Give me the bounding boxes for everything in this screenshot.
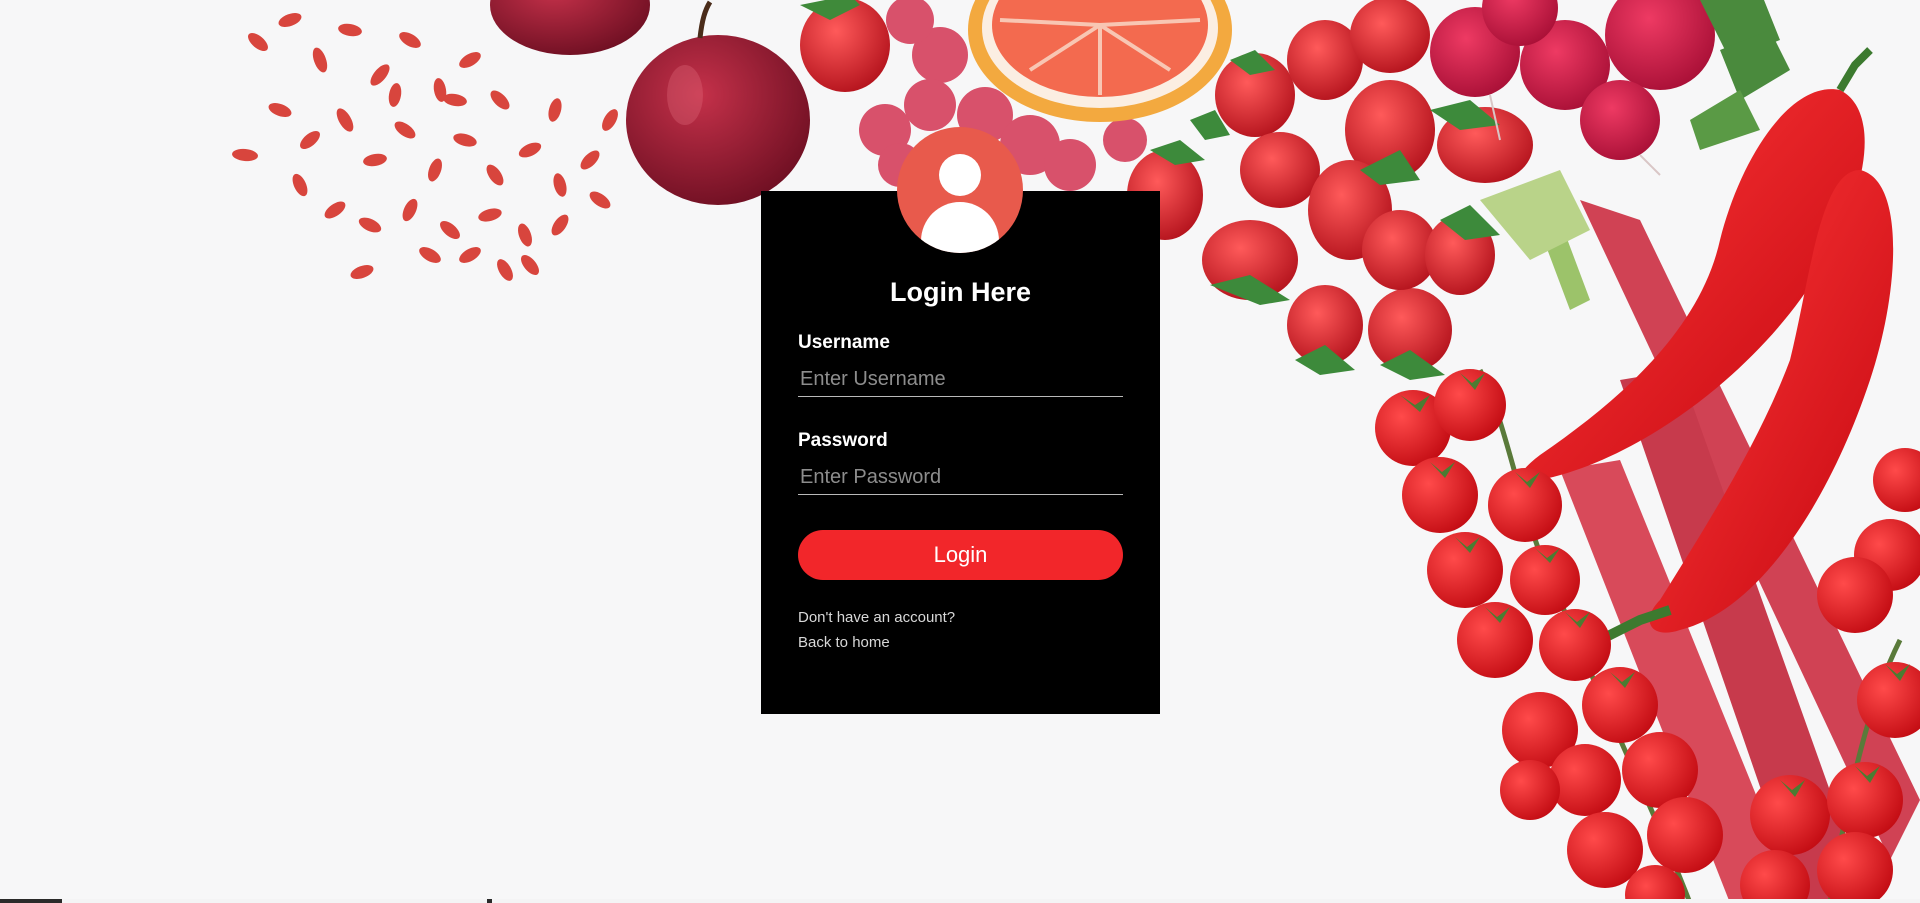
user-avatar-icon	[897, 127, 1023, 253]
username-label: Username	[798, 332, 890, 353]
password-input[interactable]	[798, 461, 1123, 495]
login-title: Login Here	[889, 277, 1031, 307]
bottom-edge-line	[0, 899, 1920, 903]
signup-link[interactable]: Don't have an account?	[798, 609, 955, 626]
apple-top	[490, 0, 650, 55]
back-to-home-link[interactable]: Back to home	[798, 634, 890, 651]
username-input[interactable]	[798, 363, 1123, 397]
login-card: Login Here Username Password Login Don't…	[761, 191, 1160, 714]
password-label: Password	[798, 430, 888, 451]
apple	[626, 0, 810, 205]
login-button[interactable]: Login	[798, 530, 1123, 580]
